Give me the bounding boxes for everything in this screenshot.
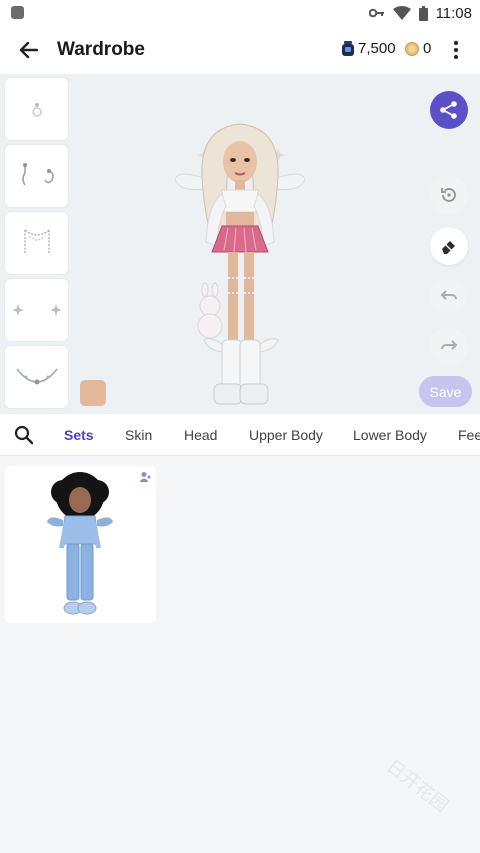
status-bar: 11:08 [0, 0, 480, 26]
gem-jar-icon [342, 41, 354, 56]
category-tabs: Sets Skin Head Upper Body Lower Body Fee [0, 414, 480, 456]
tab-feet[interactable]: Fee [458, 427, 480, 443]
equipped-item-earring-top[interactable] [5, 78, 68, 140]
battery-icon [418, 5, 428, 21]
outfit-set-thumbnail [47, 472, 113, 615]
coins-balance[interactable]: 0 [405, 40, 431, 57]
tab-head[interactable]: Head [184, 427, 217, 443]
eraser-button[interactable] [430, 227, 468, 265]
tab-upper-body[interactable]: Upper Body [249, 427, 323, 443]
reset-rotation-button[interactable] [430, 176, 468, 214]
avatar-stage: Save [0, 74, 480, 414]
more-dot-icon [454, 48, 458, 52]
save-button[interactable]: Save [419, 376, 472, 407]
status-time: 11:08 [435, 4, 472, 22]
sparkle-icon [11, 304, 62, 316]
gems-balance[interactable]: 7,500 [342, 40, 396, 57]
user-owned-icon [139, 472, 151, 482]
outfit-set-card[interactable] [5, 466, 156, 623]
wifi-icon [392, 6, 411, 20]
gems-count: 7,500 [358, 40, 396, 57]
equipped-item-necklace[interactable] [5, 346, 68, 408]
tab-sets[interactable]: Sets [64, 427, 94, 443]
key-icon [368, 8, 384, 18]
coin-icon [405, 41, 419, 56]
app-bar: Wardrobe 7,500 0 [0, 26, 480, 74]
avatar-preview[interactable] [170, 118, 310, 414]
necklace-icon [15, 368, 58, 385]
app-notification-icon [11, 6, 24, 19]
eraser-icon [442, 241, 455, 254]
coins-count: 0 [423, 40, 432, 57]
undo-icon [440, 290, 457, 300]
wardrobe-screen: 11:08 Wardrobe 7,500 0 Save Sets Skin He… [0, 0, 480, 853]
earrings-icon [21, 163, 54, 186]
page-title: Wardrobe [57, 39, 145, 60]
tab-lower-body[interactable]: Lower Body [353, 427, 427, 443]
share-icon [440, 101, 457, 119]
back-arrow-icon [19, 41, 38, 59]
search-icon [14, 425, 34, 445]
chain-necklace-icon [23, 229, 50, 254]
equipped-item-sparkles[interactable] [5, 279, 68, 341]
equipped-item-chains[interactable] [5, 212, 68, 274]
search-button[interactable] [14, 425, 34, 445]
share-button[interactable] [430, 91, 468, 129]
rotate-reset-icon [441, 188, 456, 202]
skin-color-swatch[interactable] [80, 380, 106, 406]
redo-icon [441, 340, 458, 350]
redo-button[interactable] [430, 327, 468, 365]
more-dot-icon [454, 55, 458, 59]
more-options-button[interactable] [446, 38, 466, 62]
equipped-item-earrings[interactable] [5, 145, 68, 207]
undo-button[interactable] [430, 277, 468, 315]
status-indicators: 11:08 [368, 3, 472, 23]
back-button[interactable] [14, 37, 42, 63]
more-dot-icon [454, 41, 458, 45]
tab-skin[interactable]: Skin [125, 427, 152, 443]
earring-stud-icon [31, 103, 42, 117]
